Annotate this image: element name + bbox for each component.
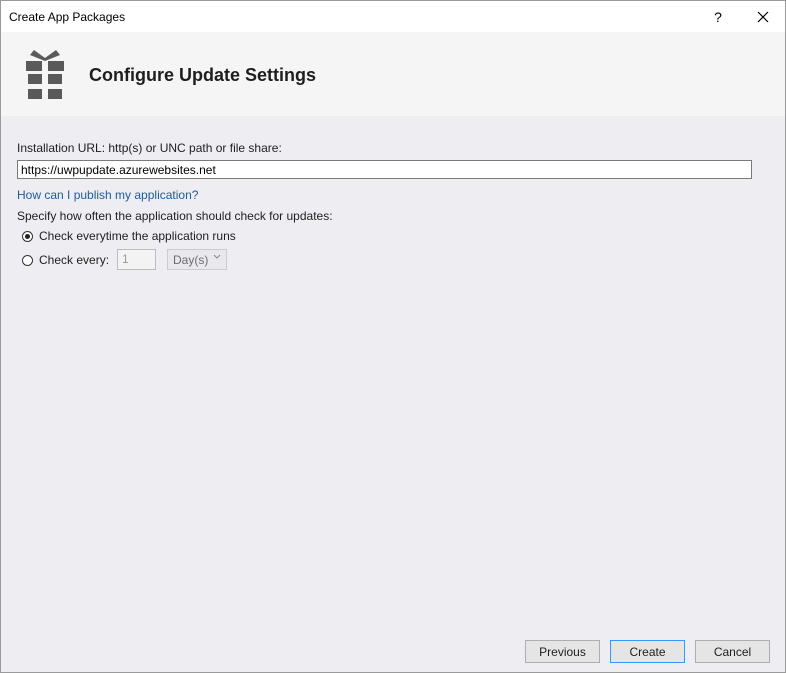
- chevron-down-icon: [213, 254, 221, 259]
- create-app-packages-dialog: Create App Packages ? Configure Update S…: [0, 0, 786, 673]
- gift-box-icon: [26, 50, 64, 99]
- check-interval-label: Check every:: [39, 253, 110, 267]
- installation-url-label: Installation URL: http(s) or UNC path or…: [17, 141, 282, 155]
- previous-button[interactable]: Previous: [525, 640, 600, 663]
- cancel-button[interactable]: Cancel: [695, 640, 770, 663]
- settings-panel: Installation URL: http(s) or UNC path or…: [1, 116, 785, 630]
- check-every-run-option[interactable]: Check everytime the application runs: [22, 229, 236, 243]
- title-bar: Create App Packages ?: [1, 1, 785, 32]
- close-button[interactable]: [743, 1, 783, 32]
- installation-url-input[interactable]: [17, 160, 752, 179]
- update-frequency-label: Specify how often the application should…: [17, 209, 333, 223]
- create-button[interactable]: Create: [610, 640, 685, 663]
- check-interval-radio[interactable]: [22, 254, 33, 266]
- check-interval-option[interactable]: Check every:: [22, 253, 109, 267]
- check-every-run-radio[interactable]: [22, 230, 33, 242]
- check-every-run-label: Check everytime the application runs: [39, 229, 236, 243]
- window-title: Create App Packages: [9, 10, 126, 24]
- dialog-footer: Previous Create Cancel: [1, 630, 785, 672]
- publish-help-link[interactable]: How can I publish my application?: [17, 188, 198, 202]
- close-icon: [757, 11, 769, 22]
- interval-unit-select[interactable]: Day(s): [167, 249, 227, 270]
- page-title: Configure Update Settings: [89, 65, 317, 85]
- interval-number-input[interactable]: 1: [117, 249, 156, 270]
- help-button[interactable]: ?: [701, 1, 735, 32]
- interval-unit-value: Day(s): [173, 253, 209, 267]
- header-banner: Configure Update Settings: [1, 32, 785, 116]
